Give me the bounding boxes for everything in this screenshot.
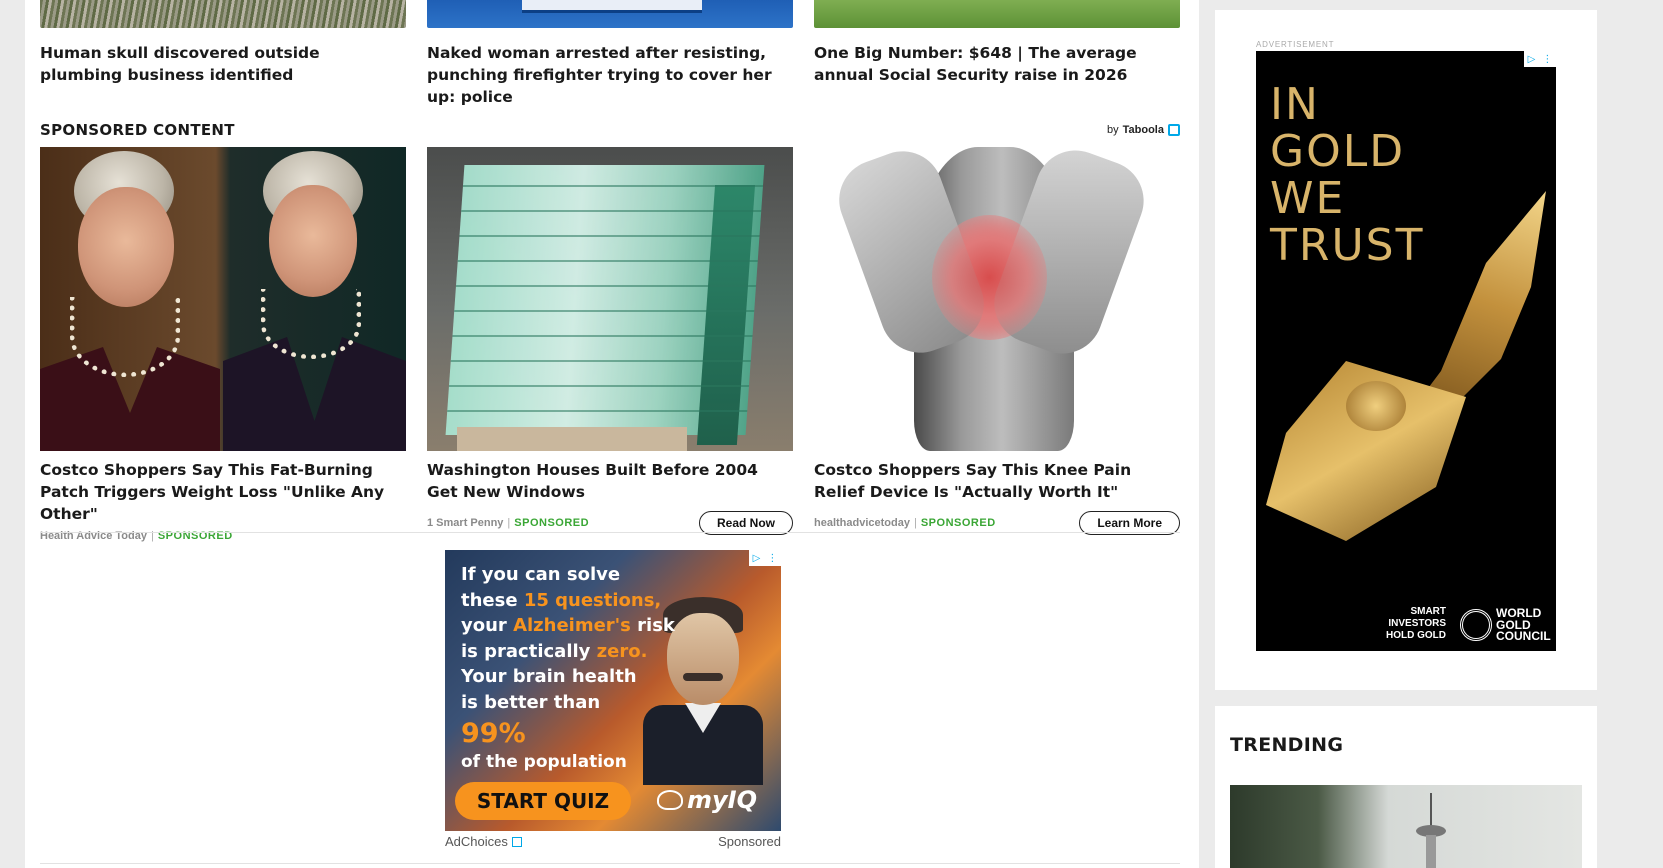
ad-menu-icon[interactable]: ⋮ <box>1542 54 1552 65</box>
article-thumbnail[interactable] <box>40 0 406 28</box>
sponsored-card[interactable]: Costco Shoppers Say This Fat-Burning Pat… <box>40 147 406 542</box>
taboola-logo-icon <box>1167 124 1180 136</box>
ad-footer: AdChoices Sponsored <box>445 834 781 849</box>
advertisement-label: ADVERTISEMENT <box>1256 40 1335 49</box>
sponsored-card-title[interactable]: Washington Houses Built Before 2004 Get … <box>427 459 793 503</box>
sponsored-card-meta: 1 Smart Penny | SPONSORED <box>427 517 589 529</box>
taboola-attribution[interactable]: by Taboola <box>1107 124 1180 136</box>
trending-article-image[interactable] <box>1230 785 1582 868</box>
article-title[interactable]: One Big Number: $648 | The average annua… <box>814 42 1180 86</box>
article-thumbnail[interactable] <box>814 0 1180 28</box>
sponsored-label: SPONSORED <box>514 517 590 529</box>
sponsored-card-image[interactable] <box>40 147 406 451</box>
gold-ad-tagline: SMART INVESTORS HOLD GOLD <box>1386 606 1446 641</box>
sponsored-card-meta: healthadvicetoday | SPONSORED <box>814 517 996 529</box>
provider-name: Taboola <box>1122 124 1164 136</box>
sponsored-card-title[interactable]: Costco Shoppers Say This Knee Pain Relie… <box>814 459 1180 503</box>
world-gold-council-logo-icon <box>1460 609 1492 641</box>
myiq-logo: myIQ <box>657 786 757 814</box>
card-source[interactable]: healthadvicetoday <box>814 517 910 529</box>
card-source[interactable]: 1 Smart Penny <box>427 517 503 529</box>
ad-choices-icon[interactable]: ▷ <box>753 553 761 564</box>
by-label: by <box>1107 124 1119 136</box>
sponsored-heading: SPONSORED CONTENT <box>40 121 235 139</box>
sponsored-tag: Sponsored <box>718 834 781 849</box>
glass-stack-image <box>445 165 765 445</box>
adchoices-icon[interactable] <box>511 836 522 847</box>
ad-headline: If you can solve these 15 questions, you… <box>461 564 675 713</box>
article-teaser[interactable]: One Big Number: $648 | The average annua… <box>814 0 1180 86</box>
ad-population-text: of the population <box>461 752 627 772</box>
meta-separator: | <box>913 517 917 529</box>
article-title[interactable]: Naked woman arrested after resisting, pu… <box>427 42 793 108</box>
sponsored-card[interactable]: Costco Shoppers Say This Knee Pain Relie… <box>814 147 1180 535</box>
article-teaser[interactable]: Human skull discovered outside plumbing … <box>40 0 406 86</box>
woman-right-image <box>223 147 406 451</box>
ad-menu-icon[interactable]: ⋮ <box>767 553 777 564</box>
article-title[interactable]: Human skull discovered outside plumbing … <box>40 42 406 86</box>
article-thumbnail[interactable] <box>427 0 793 28</box>
start-quiz-button[interactable]: START QUIZ <box>455 782 631 820</box>
sponsored-label: SPONSORED <box>920 517 996 529</box>
ad-choices-icon[interactable]: ▷ <box>1528 54 1536 65</box>
article-teaser[interactable]: Naked woman arrested after resisting, pu… <box>427 0 793 108</box>
sponsored-card-title[interactable]: Costco Shoppers Say This Fat-Burning Pat… <box>40 459 406 525</box>
sponsored-card[interactable]: Washington Houses Built Before 2004 Get … <box>427 147 793 535</box>
ad-percentage: 99% <box>461 718 526 749</box>
section-divider <box>40 532 1180 533</box>
quiz-ad-banner[interactable]: ▷ ⋮ If you can solve these 15 questions,… <box>445 550 781 831</box>
trending-heading: TRENDING <box>1230 734 1344 756</box>
woman-left-image <box>40 147 220 451</box>
ad-choices-badge[interactable]: ▷ ⋮ <box>1524 51 1556 67</box>
sponsored-card-image[interactable] <box>814 147 1180 451</box>
adchoices-link[interactable]: AdChoices <box>445 834 522 849</box>
sponsored-card-image[interactable] <box>427 147 793 451</box>
brain-icon <box>657 790 683 810</box>
ad-choices-badge[interactable]: ▷ ⋮ <box>749 550 781 566</box>
gold-council-ad[interactable]: ▷ ⋮ IN GOLD WE TRUST SMART INVESTORS HOL… <box>1256 51 1556 651</box>
world-gold-council-name: WORLD GOLD COUNCIL <box>1496 606 1551 643</box>
meta-separator: | <box>507 517 511 529</box>
section-divider <box>40 863 1180 864</box>
golden-eagle-image <box>1266 181 1556 561</box>
